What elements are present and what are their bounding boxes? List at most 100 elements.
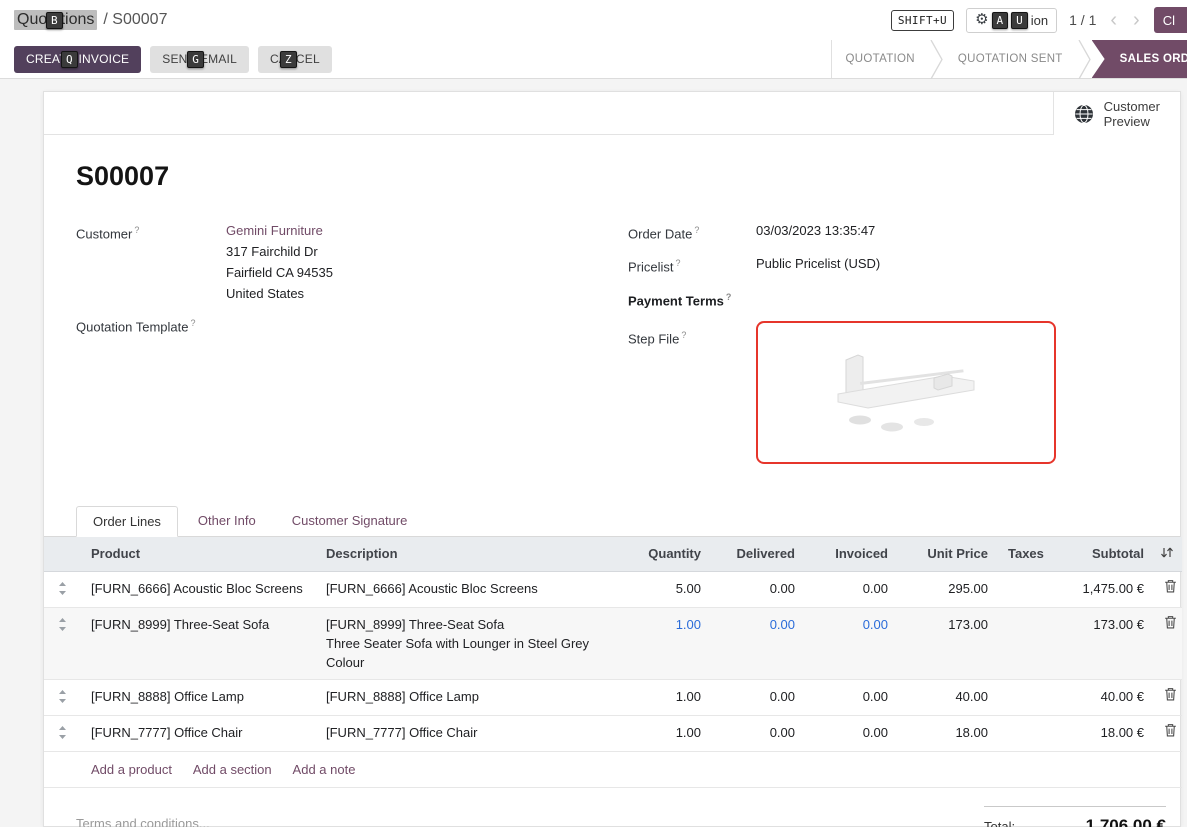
drag-handle[interactable] <box>58 619 67 634</box>
description-cell[interactable]: [FURN_7777] Office Chair <box>316 715 621 751</box>
status-separator-chevron <box>929 40 944 79</box>
taxes-cell[interactable] <box>998 715 1044 751</box>
subtotal-cell: 18.00 € <box>1044 715 1154 751</box>
product-column-header: Product <box>81 537 316 572</box>
quotation-template-field-label: Quotation Template? <box>76 313 226 337</box>
order-date-value[interactable]: 03/03/2023 13:35:47 <box>756 220 1140 244</box>
status-step-quotation-sent[interactable]: QUOTATION SENT <box>944 40 1077 78</box>
total-value: 1,706.00 € <box>1086 816 1166 827</box>
breadcrumb-quotations-link[interactable]: Quotations B <box>14 10 97 30</box>
unit-price-cell[interactable]: 18.00 <box>898 715 998 751</box>
keyboard-hint-badge-u: U <box>1011 12 1028 29</box>
delivered-cell: 0.00 <box>711 571 805 607</box>
customer-address-line: Fairfield CA 94535 <box>226 262 588 283</box>
product-cell[interactable]: [FURN_7777] Office Chair <box>81 715 316 751</box>
pager-next-button[interactable]: › <box>1131 10 1142 30</box>
taxes-cell[interactable] <box>998 607 1044 679</box>
payment-terms-field-label: Payment Terms? <box>628 287 756 311</box>
step-file-field-label: Step File? <box>628 325 756 464</box>
help-icon: ? <box>676 258 681 268</box>
order-line-row: [FURN_8999] Three-Seat Sofa [FURN_8999] … <box>44 607 1182 679</box>
unit-price-cell[interactable]: 40.00 <box>898 679 998 715</box>
subtotal-cell: 173.00 € <box>1044 607 1154 679</box>
field-groups: Customer? Gemini Furniture 317 Fairchild… <box>44 192 1180 473</box>
invoiced-cell: 0.00 <box>805 715 898 751</box>
add-a-note-link[interactable]: Add a note <box>293 762 356 777</box>
customer-address-line: United States <box>226 283 588 304</box>
create-invoice-button[interactable]: CREATE INVOICE Q <box>14 46 141 73</box>
topbar-right-cluster: SHIFT+U ⚙ A U ion 1 / 1 ‹ › Cl <box>891 7 1171 33</box>
delete-line-button[interactable] <box>1164 689 1177 704</box>
delete-line-button[interactable] <box>1164 581 1177 596</box>
breadcrumb-current-record: S00007 <box>112 11 167 28</box>
product-cell[interactable]: [FURN_6666] Acoustic Bloc Screens <box>81 571 316 607</box>
invoiced-column-header: Invoiced <box>805 537 898 572</box>
quantity-column-header: Quantity <box>621 537 711 572</box>
drag-handle[interactable] <box>58 691 67 706</box>
quantity-cell[interactable]: 5.00 <box>621 571 711 607</box>
edge-clipped-button[interactable]: Cl <box>1154 7 1187 33</box>
order-line-row: [FURN_6666] Acoustic Bloc Screens [FURN_… <box>44 571 1182 607</box>
breadcrumb-current: / S00007 <box>103 11 167 29</box>
unit-price-cell[interactable]: 295.00 <box>898 571 998 607</box>
breadcrumb-separator: / <box>103 11 107 28</box>
taxes-cell[interactable] <box>998 571 1044 607</box>
subtotal-cell: 40.00 € <box>1044 679 1154 715</box>
pricelist-value[interactable]: Public Pricelist (USD) <box>756 253 1140 277</box>
unit-price-column-header: Unit Price <box>898 537 998 572</box>
delete-line-button[interactable] <box>1164 725 1177 740</box>
help-icon: ? <box>191 318 196 328</box>
drag-handle[interactable] <box>58 727 67 742</box>
action-menu-button[interactable]: ⚙ A U ion <box>966 8 1057 33</box>
send-email-button[interactable]: SEND EMAIL G <box>150 46 249 73</box>
unit-price-cell[interactable]: 173.00 <box>898 607 998 679</box>
terms-placeholder[interactable]: Terms and conditions... <box>76 806 210 827</box>
keyboard-hint-shift-u: SHIFT+U <box>891 10 954 31</box>
payment-terms-field[interactable] <box>756 287 1140 311</box>
customer-field-label: Customer? <box>76 220 226 304</box>
cancel-button[interactable]: CANCEL Z <box>258 46 332 73</box>
tab-customer-signature[interactable]: Customer Signature <box>276 506 424 537</box>
quantity-cell[interactable]: 1.00 <box>621 679 711 715</box>
sheet-footer: Terms and conditions... Total: 1,706.00 … <box>44 788 1180 827</box>
tab-order-lines[interactable]: Order Lines <box>76 506 178 537</box>
quantity-cell[interactable]: 1.00 <box>621 715 711 751</box>
tab-other-info[interactable]: Other Info <box>182 506 272 537</box>
description-cell[interactable]: [FURN_8999] Three-Seat SofaThree Seater … <box>316 607 621 679</box>
pager-previous-button[interactable]: ‹ <box>1108 10 1119 30</box>
customer-link[interactable]: Gemini Furniture <box>226 223 323 238</box>
product-cell[interactable]: [FURN_8999] Three-Seat Sofa <box>81 607 316 679</box>
drag-handle[interactable] <box>58 583 67 598</box>
total-summary: Total: 1,706.00 € <box>984 806 1166 827</box>
keyboard-hint-badge-b: B <box>46 12 63 29</box>
taxes-cell[interactable] <box>998 679 1044 715</box>
description-cell[interactable]: [FURN_6666] Acoustic Bloc Screens <box>316 571 621 607</box>
help-icon: ? <box>726 292 732 302</box>
status-separator-chevron <box>1077 40 1092 79</box>
step-file-dropzone[interactable] <box>756 321 1056 464</box>
optional-columns-button[interactable] <box>1154 537 1182 572</box>
description-cell[interactable]: [FURN_8888] Office Lamp <box>316 679 621 715</box>
customer-preview-label: Customer Preview <box>1104 99 1160 129</box>
handle-column-header <box>44 537 81 572</box>
status-bar: QUOTATION QUOTATION SENT SALES ORDER <box>831 40 1187 78</box>
invoiced-cell: 0.00 <box>805 607 898 679</box>
product-cell[interactable]: [FURN_8888] Office Lamp <box>81 679 316 715</box>
delivered-column-header: Delivered <box>711 537 805 572</box>
quotation-template-field[interactable] <box>226 313 588 337</box>
optional-columns-icon <box>1160 546 1174 559</box>
status-step-sales-order[interactable]: SALES ORDER <box>1092 40 1187 78</box>
help-icon: ? <box>681 330 686 340</box>
add-a-product-link[interactable]: Add a product <box>91 762 172 777</box>
pager-count: 1 / 1 <box>1069 12 1096 28</box>
action-menu-label: ion <box>1031 13 1048 28</box>
add-a-section-link[interactable]: Add a section <box>193 762 272 777</box>
delivered-cell: 0.00 <box>711 715 805 751</box>
quantity-cell[interactable]: 1.00 <box>621 607 711 679</box>
order-line-row: [FURN_7777] Office Chair [FURN_7777] Off… <box>44 715 1182 751</box>
delete-line-button[interactable] <box>1164 617 1177 632</box>
globe-icon <box>1074 104 1094 124</box>
step-file-3d-preview <box>816 340 996 445</box>
customer-preview-button[interactable]: Customer Preview <box>1053 92 1180 135</box>
status-step-quotation[interactable]: QUOTATION <box>832 40 929 78</box>
